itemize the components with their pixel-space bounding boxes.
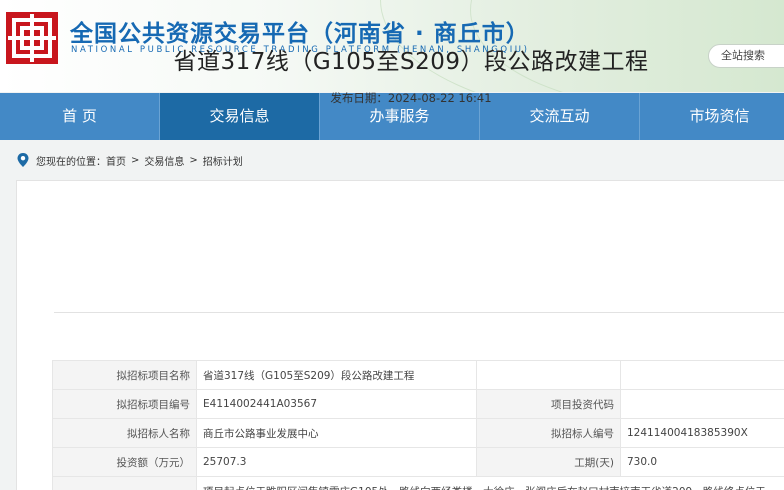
table-label: 拟招标人编号 bbox=[476, 418, 621, 448]
table-value: 商丘市公路事业发展中心 bbox=[196, 418, 477, 448]
breadcrumb: 您现在的位置： 首页 > 交易信息 > 招标计划 bbox=[16, 151, 243, 169]
publish-date-label: 发布日期： bbox=[330, 91, 388, 105]
table-value: E4114002441A03567 bbox=[196, 389, 477, 419]
table-row: 拟招标项目名称 省道317线（G105至S209）段公路改建工程 bbox=[52, 360, 784, 390]
table-value bbox=[620, 389, 784, 419]
breadcrumb-separator: > bbox=[131, 154, 140, 166]
breadcrumb-item-trading-info[interactable]: 交易信息 bbox=[144, 153, 184, 168]
table-label: 拟招标项目编号 bbox=[52, 389, 197, 419]
table-row: 拟招标项目编号 E4114002441A03567 项目投资代码 bbox=[52, 389, 784, 419]
table-label: 项目投资代码 bbox=[476, 389, 621, 419]
breadcrumb-item-bid-plan[interactable]: 招标计划 bbox=[203, 153, 243, 168]
table-label bbox=[476, 360, 621, 390]
breadcrumb-separator: > bbox=[189, 154, 198, 166]
table-row: 项目起点位于睢阳区闫集镇雷庄G105处，路线向西经娄楼、大徐庄、张阁庄后在赵口村… bbox=[52, 476, 784, 490]
table-value: 25707.3 bbox=[196, 447, 477, 477]
breadcrumb-item-home[interactable]: 首页 bbox=[106, 153, 126, 168]
location-pin-icon bbox=[17, 153, 29, 167]
divider bbox=[54, 312, 784, 313]
table-value: 省道317线（G105至S209）段公路改建工程 bbox=[196, 360, 477, 390]
table-label: 工期(天) bbox=[476, 447, 621, 477]
table-row: 拟招标人名称 商丘市公路事业发展中心 拟招标人编号 12411400418385… bbox=[52, 418, 784, 448]
publish-date-value: 2024-08-22 16:41 bbox=[387, 91, 492, 105]
publish-date: 发布日期：2024-08-22 16:41 bbox=[0, 90, 784, 106]
project-info-table: 拟招标项目名称 省道317线（G105至S209）段公路改建工程 拟招标项目编号… bbox=[52, 360, 784, 490]
table-value: 730.0 bbox=[620, 447, 784, 477]
breadcrumb-prefix: 您现在的位置： bbox=[36, 156, 106, 168]
table-label: 拟招标人名称 bbox=[52, 418, 197, 448]
table-value: 项目起点位于睢阳区闫集镇雷庄G105处，路线向西经娄楼、大徐庄、张阁庄后在赵口村… bbox=[196, 476, 784, 490]
table-value bbox=[620, 360, 784, 390]
table-label bbox=[52, 476, 197, 490]
table-label: 拟招标项目名称 bbox=[52, 360, 197, 390]
article-title: 省道317线（G105至S209）段公路改建工程 bbox=[173, 49, 649, 75]
table-label: 投资额（万元） bbox=[52, 447, 197, 477]
table-row: 投资额（万元） 25707.3 工期(天) 730.0 bbox=[52, 447, 784, 477]
table-value: 12411400418385390X bbox=[620, 418, 784, 448]
